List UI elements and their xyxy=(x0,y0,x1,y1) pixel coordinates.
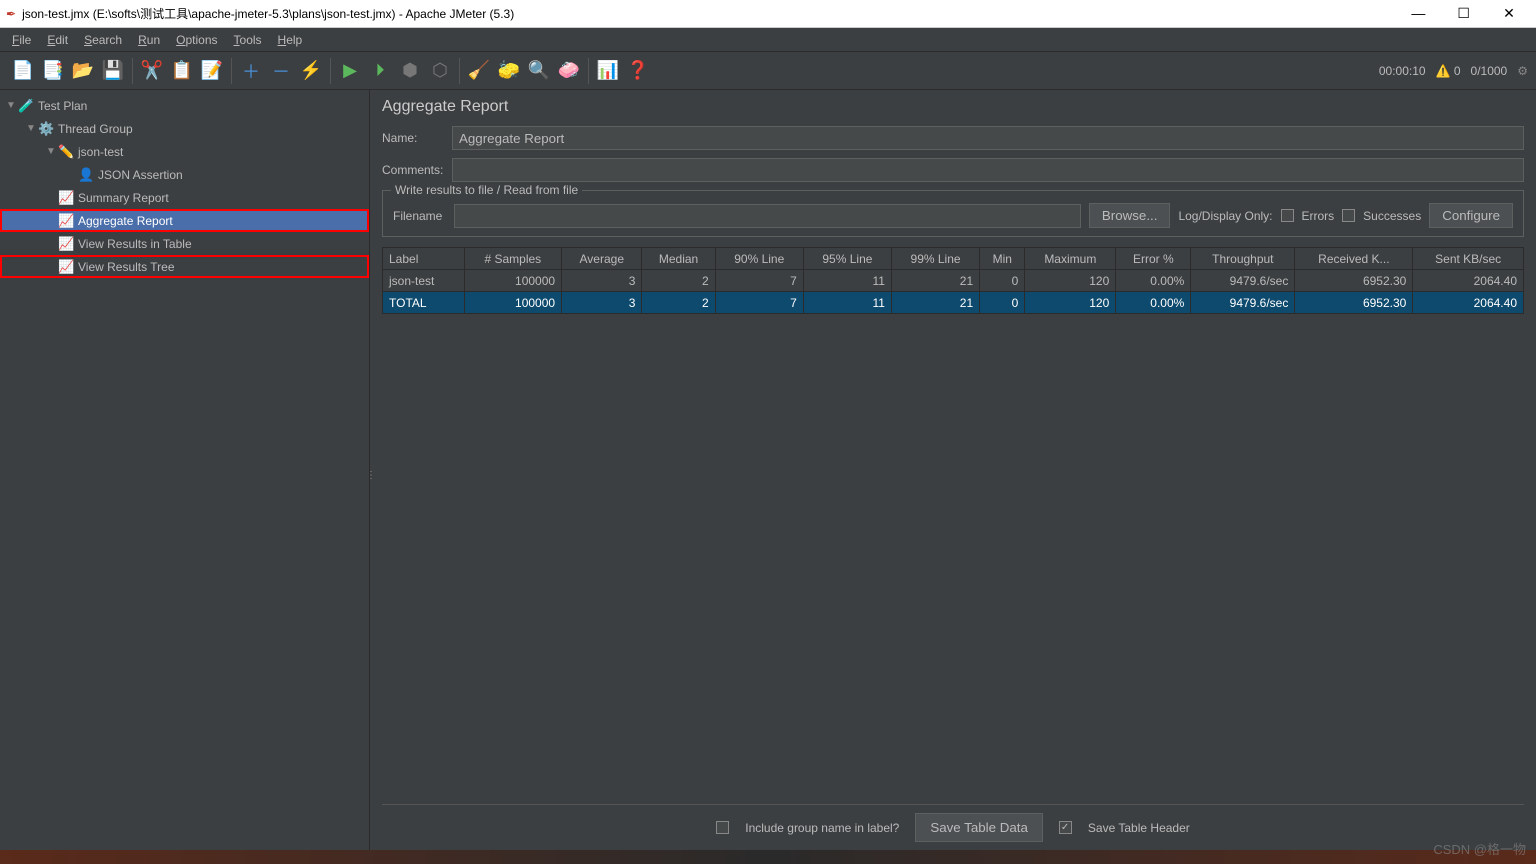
close-button[interactable]: ✕ xyxy=(1488,5,1530,22)
table-row[interactable]: TOTAL100000327112101200.00%9479.6/sec695… xyxy=(383,292,1524,314)
report-icon: 📈 xyxy=(58,213,74,229)
start-noTimers-icon[interactable]: ⏵ xyxy=(365,56,395,86)
errors-checkbox[interactable] xyxy=(1281,209,1294,222)
report-icon: 📈 xyxy=(58,190,74,206)
elapsed-time: 00:00:10 xyxy=(1379,64,1426,78)
column-header[interactable]: Received K... xyxy=(1295,248,1413,270)
reset-search-icon[interactable]: 🧼 xyxy=(554,56,584,86)
pipette-icon: ✏️ xyxy=(58,144,74,160)
column-header[interactable]: Min xyxy=(980,248,1025,270)
assertion-icon: 👤 xyxy=(78,167,94,183)
main-panel: Aggregate Report Name: Comments: Write r… xyxy=(370,90,1536,850)
column-header[interactable]: Sent KB/sec xyxy=(1413,248,1524,270)
footer: Include group name in label? Save Table … xyxy=(382,804,1524,850)
clear-all-icon[interactable]: 🧽 xyxy=(494,56,524,86)
column-header[interactable]: Maximum xyxy=(1025,248,1116,270)
tree-summary[interactable]: 📈Summary Report xyxy=(0,186,369,209)
menu-help[interactable]: Help xyxy=(272,31,309,49)
logonly-label: Log/Display Only: xyxy=(1178,209,1272,223)
function-helper-icon[interactable]: 📊 xyxy=(593,56,623,86)
tree-testplan[interactable]: ▼🧪Test Plan xyxy=(0,94,369,117)
configure-button[interactable]: Configure xyxy=(1429,203,1513,228)
toolbar: 📄 📑 📂 💾 ✂️ 📋 📝 ＋ － ⚡ ▶ ⏵ ⬢ ⬡ 🧹 🧽 🔍 🧼 📊 ❓… xyxy=(0,52,1536,90)
app-icon: ✒ xyxy=(6,7,16,21)
stop-icon[interactable]: ⬢ xyxy=(395,56,425,86)
window-title: json-test.jmx (E:\softs\测试工具\apache-jmet… xyxy=(22,5,514,22)
column-header[interactable]: Average xyxy=(562,248,642,270)
start-icon[interactable]: ▶ xyxy=(335,56,365,86)
tree-aggregate[interactable]: 📈Aggregate Report xyxy=(0,209,369,232)
menu-file[interactable]: File xyxy=(6,31,37,49)
maximize-button[interactable]: ☐ xyxy=(1443,5,1485,22)
templates-icon[interactable]: 📑 xyxy=(38,56,68,86)
name-label: Name: xyxy=(382,131,442,145)
menu-edit[interactable]: Edit xyxy=(41,31,74,49)
new-icon[interactable]: 📄 xyxy=(8,56,38,86)
search-icon[interactable]: 🔍 xyxy=(524,56,554,86)
menu-run[interactable]: Run xyxy=(132,31,166,49)
column-header[interactable]: 99% Line xyxy=(891,248,979,270)
save-header-checkbox[interactable] xyxy=(1059,821,1072,834)
open-icon[interactable]: 📂 xyxy=(68,56,98,86)
column-header[interactable]: 90% Line xyxy=(715,248,803,270)
tree-viewtable[interactable]: 📈View Results in Table xyxy=(0,232,369,255)
column-header[interactable]: Median xyxy=(642,248,715,270)
results-table[interactable]: Label# SamplesAverageMedian90% Line95% L… xyxy=(382,247,1524,314)
column-header[interactable]: Label xyxy=(383,248,465,270)
comments-input[interactable] xyxy=(452,158,1524,182)
successes-checkbox[interactable] xyxy=(1342,209,1355,222)
tree-assertion[interactable]: 👤JSON Assertion xyxy=(0,163,369,186)
column-header[interactable]: Error % xyxy=(1116,248,1191,270)
name-input[interactable] xyxy=(452,126,1524,150)
minimize-button[interactable]: — xyxy=(1397,5,1439,21)
thread-count: 0/1000 xyxy=(1471,64,1508,78)
task-strip xyxy=(0,850,1536,864)
filename-input[interactable] xyxy=(454,204,1081,228)
panel-title: Aggregate Report xyxy=(382,98,1524,116)
menu-options[interactable]: Options xyxy=(170,31,223,49)
tree-viewtree[interactable]: 📈View Results Tree xyxy=(0,255,369,278)
titlebar: ✒ json-test.jmx (E:\softs\测试工具\apache-jme… xyxy=(0,0,1536,28)
menu-search[interactable]: Search xyxy=(78,31,128,49)
tree-sampler[interactable]: ▼✏️json-test xyxy=(0,140,369,163)
report-icon: 📈 xyxy=(58,259,74,275)
collapse-icon[interactable]: － xyxy=(266,56,296,86)
paste-icon[interactable]: 📝 xyxy=(197,56,227,86)
tree-threadgroup[interactable]: ▼⚙️Thread Group xyxy=(0,117,369,140)
window-controls: — ☐ ✕ xyxy=(1397,5,1530,22)
copy-icon[interactable]: 📋 xyxy=(167,56,197,86)
browse-button[interactable]: Browse... xyxy=(1089,203,1171,228)
save-header-label: Save Table Header xyxy=(1088,821,1190,835)
gear-icon[interactable]: ⚙ xyxy=(1517,64,1528,78)
test-tree[interactable]: ▼🧪Test Plan ▼⚙️Thread Group ▼✏️json-test… xyxy=(0,90,370,850)
menu-tools[interactable]: Tools xyxy=(228,31,268,49)
comments-label: Comments: xyxy=(382,163,442,177)
splitter-handle[interactable]: ⋮ xyxy=(366,470,374,481)
flask-icon: 🧪 xyxy=(18,98,34,114)
save-table-data-button[interactable]: Save Table Data xyxy=(915,813,1043,842)
clear-icon[interactable]: 🧹 xyxy=(464,56,494,86)
fieldset-legend: Write results to file / Read from file xyxy=(391,183,582,197)
gear-icon: ⚙️ xyxy=(38,121,54,137)
save-icon[interactable]: 💾 xyxy=(98,56,128,86)
report-icon: 📈 xyxy=(58,236,74,252)
filename-label: Filename xyxy=(393,209,442,223)
menubar: File Edit Search Run Options Tools Help xyxy=(0,28,1536,52)
column-header[interactable]: 95% Line xyxy=(803,248,891,270)
toggle-icon[interactable]: ⚡ xyxy=(296,56,326,86)
column-header[interactable]: Throughput xyxy=(1191,248,1295,270)
table-row[interactable]: json-test100000327112101200.00%9479.6/se… xyxy=(383,270,1524,292)
cut-icon[interactable]: ✂️ xyxy=(137,56,167,86)
help-icon[interactable]: ❓ xyxy=(623,56,653,86)
expand-icon[interactable]: ＋ xyxy=(236,56,266,86)
include-group-label: Include group name in label? xyxy=(745,821,899,835)
include-group-checkbox[interactable] xyxy=(716,821,729,834)
file-fieldset: Write results to file / Read from file F… xyxy=(382,190,1524,237)
warn-icon[interactable]: ⚠️ 0 xyxy=(1436,64,1461,78)
column-header[interactable]: # Samples xyxy=(464,248,561,270)
shutdown-icon[interactable]: ⬡ xyxy=(425,56,455,86)
